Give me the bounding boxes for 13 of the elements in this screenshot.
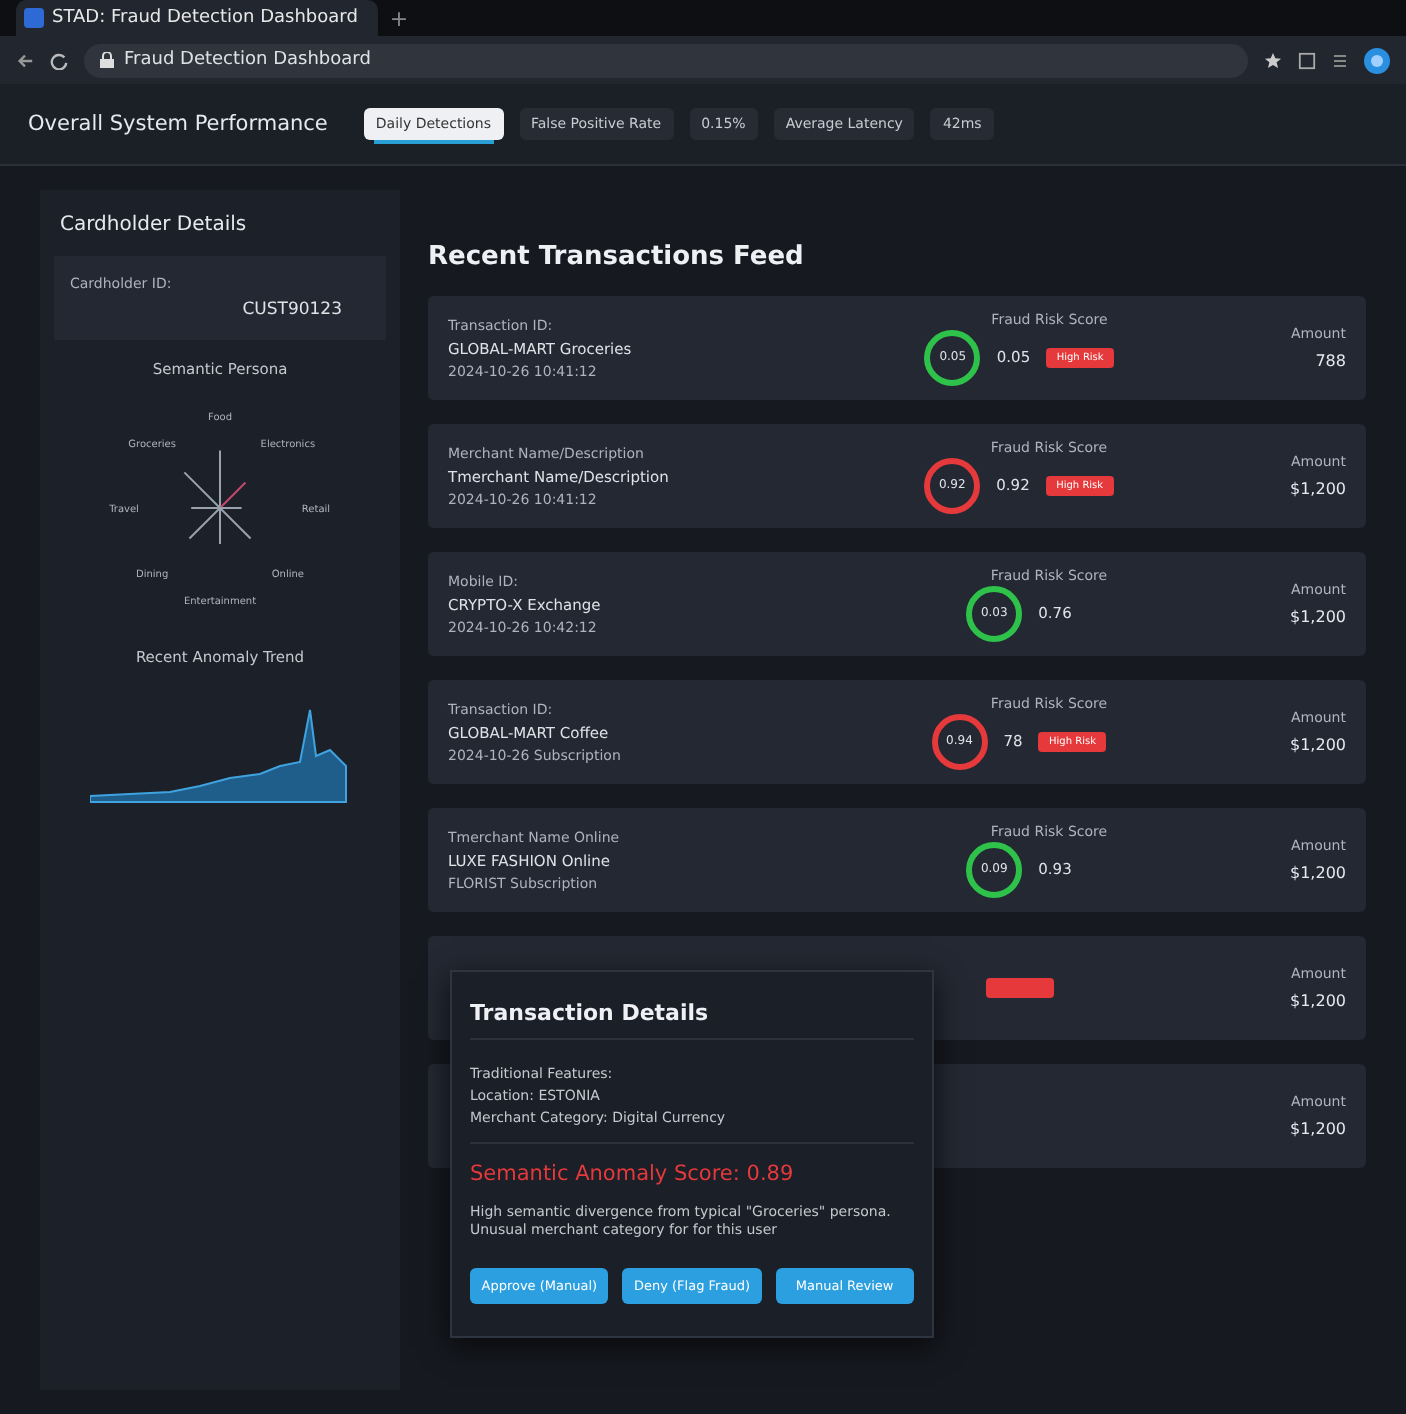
section-title: Overall System Performance: [28, 112, 328, 136]
amount-value: $1,200: [1290, 992, 1346, 1010]
amount-value: $1,200: [1290, 1120, 1346, 1138]
popup-title: Transaction Details: [470, 1000, 914, 1040]
cardholder-id: CUST90123: [242, 300, 342, 320]
amount-value: $1,200: [1290, 480, 1346, 498]
anomaly-score: Semantic Anomaly Score: 0.89: [470, 1162, 796, 1186]
amount-value: $1,200: [1290, 608, 1346, 626]
feed-title: Recent Transactions Feed: [428, 240, 806, 272]
amount-value: $1,200: [1290, 864, 1346, 882]
amount-value: $1,200: [1290, 736, 1346, 754]
sidebar-title: Cardholder Details: [58, 214, 247, 236]
amount-value: 788: [1315, 352, 1346, 370]
